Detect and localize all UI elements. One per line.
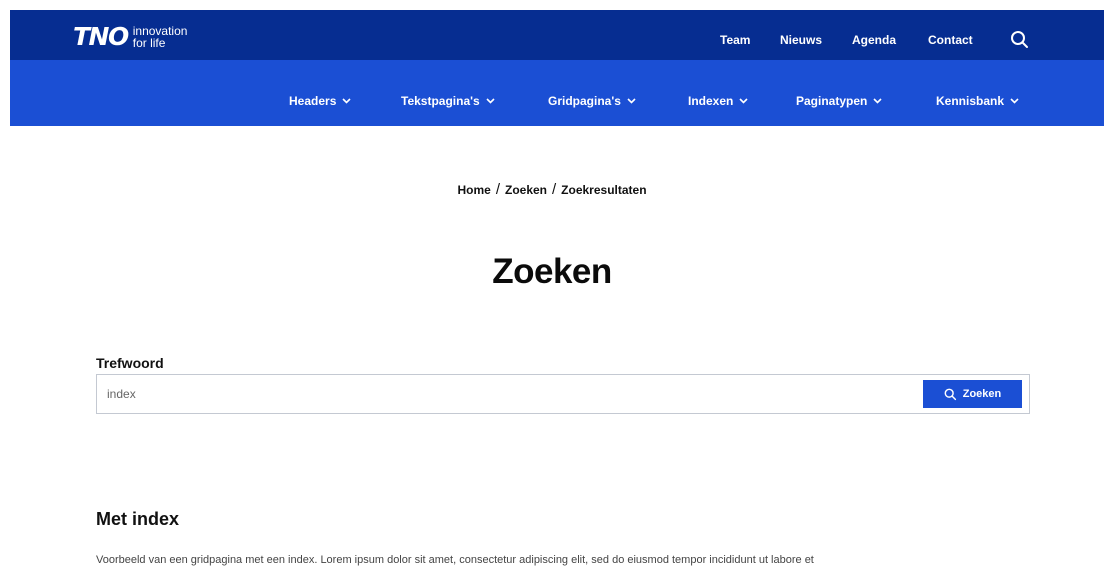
nav-item-headers[interactable]: Headers [289,94,351,108]
main-nav-bar [10,60,1104,126]
breadcrumb-home[interactable]: Home [457,183,490,197]
result-title[interactable]: Met index [96,509,179,530]
nav-item-paginatypen[interactable]: Paginatypen [796,94,882,108]
nav-item-kennisbank[interactable]: Kennisbank [936,94,1019,108]
util-link-agenda[interactable]: Agenda [852,33,896,47]
nav-item-gridpaginas[interactable]: Gridpagina's [548,94,636,108]
search-input[interactable] [97,375,917,413]
breadcrumb-current: Zoekresultaten [561,183,647,197]
search-icon [944,388,956,400]
chevron-down-icon [873,98,882,104]
nav-item-label: Gridpagina's [548,94,621,108]
util-link-team[interactable]: Team [720,33,750,47]
search-icon[interactable] [1010,30,1030,50]
breadcrumb-separator: / [495,181,500,198]
main-nav: Headers Tekstpagina's Gridpagina's Index… [0,94,1104,112]
chevron-down-icon [739,98,748,104]
util-link-contact[interactable]: Contact [928,33,973,47]
chevron-down-icon [1010,98,1019,104]
search-field-label: Trefwoord [96,355,164,371]
search-button-label: Zoeken [962,388,1002,400]
util-link-nieuws[interactable]: Nieuws [780,33,822,47]
nav-item-label: Tekstpagina's [401,94,480,108]
breadcrumb-separator: / [552,181,557,198]
nav-item-label: Paginatypen [796,94,868,108]
nav-item-label: Indexen [688,94,734,108]
nav-item-label: Kennisbank [936,94,1005,108]
nav-item-label: Headers [289,94,337,108]
breadcrumb-zoeken[interactable]: Zoeken [505,183,547,197]
nav-item-indexen[interactable]: Indexen [688,94,748,108]
result-description: Voorbeeld van een gridpagina met een ind… [96,554,814,566]
chevron-down-icon [486,98,495,104]
breadcrumb: Home / Zoeken / Zoekresultaten [0,181,1104,198]
search-box: Zoeken [96,374,1030,414]
chevron-down-icon [342,98,351,104]
nav-item-tekstpaginas[interactable]: Tekstpagina's [401,94,495,108]
search-button[interactable]: Zoeken [923,380,1022,408]
chevron-down-icon [627,98,636,104]
utility-nav: Team Nieuws Agenda Contact [0,30,1104,50]
page-title: Zoeken [492,252,612,291]
